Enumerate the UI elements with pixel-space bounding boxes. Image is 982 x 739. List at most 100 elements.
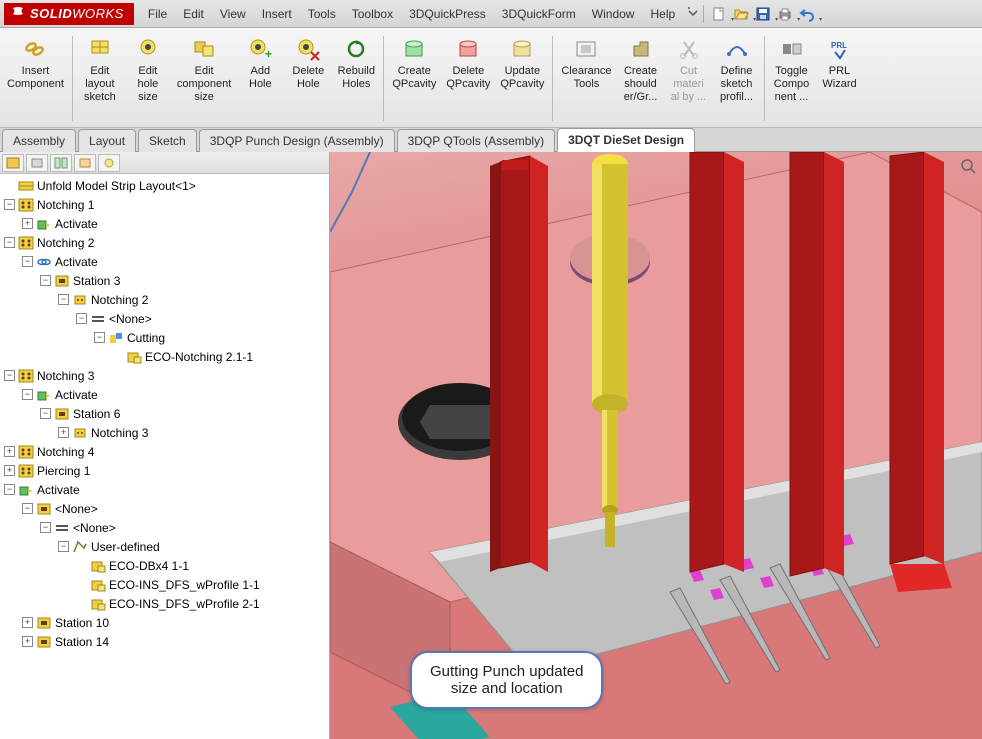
tree-node[interactable]: ECO-Notching 2.1-1 bbox=[0, 347, 329, 366]
ribbon-create-qpcavity[interactable]: Create QPcavity bbox=[387, 32, 441, 125]
expand-collapse-icon[interactable]: − bbox=[58, 541, 69, 552]
tree-node[interactable]: −Notching 1 bbox=[0, 195, 329, 214]
menu-help[interactable]: Help bbox=[642, 3, 683, 25]
feature-tree[interactable]: Unfold Model Strip Layout<1>−Notching 1+… bbox=[0, 174, 329, 739]
feature-tree-panel: Unfold Model Strip Layout<1>−Notching 1+… bbox=[0, 152, 330, 739]
menu-insert[interactable]: Insert bbox=[254, 3, 300, 25]
tab-qtools[interactable]: 3DQP QTools (Assembly) bbox=[397, 129, 555, 152]
tree-node[interactable]: +Activate bbox=[0, 214, 329, 233]
tree-tab-feature-manager[interactable] bbox=[2, 154, 24, 172]
expand-collapse-icon[interactable]: − bbox=[4, 237, 15, 248]
tree-node[interactable]: −<None> bbox=[0, 499, 329, 518]
expand-collapse-icon[interactable]: − bbox=[40, 275, 51, 286]
menu-tools[interactable]: Tools bbox=[300, 3, 344, 25]
tree-tab-configuration[interactable] bbox=[50, 154, 72, 172]
tree-node[interactable]: ECO-DBx4 1-1 bbox=[0, 556, 329, 575]
tree-node[interactable]: −Activate bbox=[0, 480, 329, 499]
update-qpcavity-icon bbox=[508, 35, 536, 63]
ribbon-define-sketch-profile[interactable]: Define sketch profil... bbox=[713, 32, 761, 125]
expand-collapse-icon[interactable]: − bbox=[22, 256, 33, 267]
menu-3dquickform[interactable]: 3DQuickForm bbox=[494, 3, 584, 25]
ribbon-edit-layout-sketch[interactable]: Edit layout sketch bbox=[76, 32, 124, 125]
ribbon-update-qpcavity[interactable]: Update QPcavity bbox=[495, 32, 549, 125]
tab-sketch[interactable]: Sketch bbox=[138, 129, 197, 152]
expand-collapse-icon[interactable]: − bbox=[40, 408, 51, 419]
ribbon-rebuild-holes[interactable]: Rebuild Holes bbox=[332, 32, 380, 125]
tree-node[interactable]: −Activate bbox=[0, 385, 329, 404]
ribbon-edit-component-size[interactable]: Edit component size bbox=[172, 32, 236, 125]
tree-node[interactable]: −<None> bbox=[0, 518, 329, 537]
ribbon-delete-qpcavity[interactable]: Delete QPcavity bbox=[441, 32, 495, 125]
tree-node[interactable]: ECO-INS_DFS_wProfile 2-1 bbox=[0, 594, 329, 613]
create-qpcavity-icon bbox=[400, 35, 428, 63]
tab-dieset[interactable]: 3DQT DieSet Design bbox=[557, 128, 695, 152]
tree-node[interactable]: − <None> bbox=[0, 309, 329, 328]
tree-node[interactable]: +Notching 4 bbox=[0, 442, 329, 461]
expand-collapse-icon[interactable]: + bbox=[58, 427, 69, 438]
expand-collapse-icon[interactable]: − bbox=[94, 332, 105, 343]
zoom-fit-icon[interactable] bbox=[960, 158, 976, 174]
menu-expand-icon[interactable] bbox=[687, 6, 699, 21]
expand-collapse-icon[interactable]: − bbox=[4, 199, 15, 210]
expand-collapse-icon[interactable]: − bbox=[4, 484, 15, 495]
tree-node-label: <None> bbox=[109, 312, 152, 326]
station-icon bbox=[36, 615, 52, 631]
expand-collapse-icon[interactable]: − bbox=[22, 503, 33, 514]
expand-collapse-icon[interactable]: + bbox=[22, 636, 33, 647]
open-icon[interactable]: ▾ bbox=[732, 5, 750, 23]
tree-node[interactable]: −Station 6 bbox=[0, 404, 329, 423]
menu-view[interactable]: View bbox=[212, 3, 254, 25]
menu-window[interactable]: Window bbox=[584, 3, 643, 25]
tree-node[interactable]: −Notching 2 bbox=[0, 290, 329, 309]
part-icon bbox=[90, 596, 106, 612]
tree-node[interactable]: −User-defined bbox=[0, 537, 329, 556]
expand-collapse-icon[interactable]: − bbox=[40, 522, 51, 533]
save-icon[interactable]: ▾ bbox=[754, 5, 772, 23]
tree-node[interactable]: −Notching 3 bbox=[0, 366, 329, 385]
expand-collapse-icon[interactable]: − bbox=[4, 370, 15, 381]
expand-collapse-icon[interactable]: − bbox=[22, 389, 33, 400]
expand-collapse-icon[interactable]: + bbox=[22, 218, 33, 229]
ribbon-add-hole[interactable]: +Add Hole bbox=[236, 32, 284, 125]
ribbon-insert-component[interactable]: Insert Component bbox=[2, 32, 69, 125]
new-doc-icon[interactable]: ▾ bbox=[710, 5, 728, 23]
tree-node[interactable]: +Notching 3 bbox=[0, 423, 329, 442]
ribbon-label: Edit component size bbox=[177, 65, 231, 104]
print-icon[interactable]: ▾ bbox=[776, 5, 794, 23]
menu-file[interactable]: File bbox=[140, 3, 175, 25]
undo-icon[interactable]: ▾ bbox=[798, 5, 816, 23]
part-icon bbox=[90, 558, 106, 574]
ribbon-edit-hole-size[interactable]: Edit hole size bbox=[124, 32, 172, 125]
tree-node[interactable]: ECO-INS_DFS_wProfile 1-1 bbox=[0, 575, 329, 594]
ribbon-label: Create should er/Gr... bbox=[624, 65, 658, 104]
ribbon-prl-wizard[interactable]: PRLPRL Wizard bbox=[816, 32, 864, 125]
tree-tab-display[interactable] bbox=[98, 154, 120, 172]
ribbon-create-shoulder[interactable]: Create should er/Gr... bbox=[617, 32, 665, 125]
ribbon-delete-hole[interactable]: Delete Hole bbox=[284, 32, 332, 125]
model-viewport[interactable]: Gutting Punch updated size and location bbox=[330, 152, 982, 739]
menu-edit[interactable]: Edit bbox=[175, 3, 212, 25]
menu-3dquickpress[interactable]: 3DQuickPress bbox=[401, 3, 494, 25]
tree-node-label: Cutting bbox=[127, 331, 165, 345]
tab-punch[interactable]: 3DQP Punch Design (Assembly) bbox=[199, 129, 395, 152]
tree-node[interactable]: +Station 14 bbox=[0, 632, 329, 651]
tab-layout[interactable]: Layout bbox=[78, 129, 136, 152]
tree-tab-property-manager[interactable] bbox=[26, 154, 48, 172]
tab-assembly[interactable]: Assembly bbox=[2, 129, 76, 152]
expand-collapse-icon[interactable]: + bbox=[22, 617, 33, 628]
tree-node[interactable]: +Piercing 1 bbox=[0, 461, 329, 480]
expand-collapse-icon[interactable]: + bbox=[4, 446, 15, 457]
expand-collapse-icon[interactable]: − bbox=[58, 294, 69, 305]
tree-tab-dimxpert[interactable] bbox=[74, 154, 96, 172]
expand-collapse-icon[interactable]: + bbox=[4, 465, 15, 476]
tree-node[interactable]: − Cutting bbox=[0, 328, 329, 347]
ribbon-toggle-component[interactable]: Toggle Compo nent ... bbox=[768, 32, 816, 125]
tree-node[interactable]: Unfold Model Strip Layout<1> bbox=[0, 176, 329, 195]
tree-node[interactable]: +Station 10 bbox=[0, 613, 329, 632]
tree-node[interactable]: −Station 3 bbox=[0, 271, 329, 290]
tree-node[interactable]: −Notching 2 bbox=[0, 233, 329, 252]
menu-toolbox[interactable]: Toolbox bbox=[344, 3, 401, 25]
ribbon-clearance-tools[interactable]: Clearance Tools bbox=[556, 32, 616, 125]
expand-collapse-icon[interactable]: − bbox=[76, 313, 87, 324]
tree-node[interactable]: −Activate bbox=[0, 252, 329, 271]
